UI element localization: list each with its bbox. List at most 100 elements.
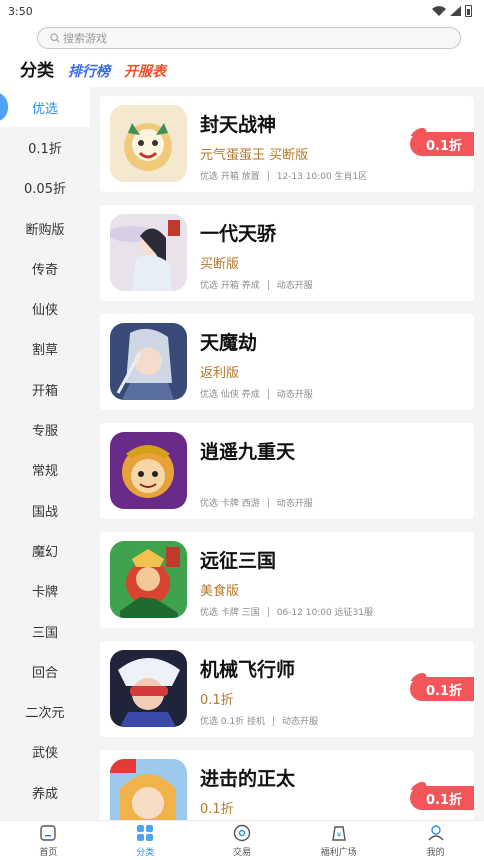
search-input[interactable]: 搜索游戏 — [37, 27, 461, 49]
sidebar-item-kaixiang[interactable]: 开箱 — [0, 369, 90, 409]
discount-badge: 0.1折 — [409, 677, 474, 701]
game-card[interactable]: 远征三国 美食版 优选 卡牌 三国 06-12 10:00 远征31服 — [100, 532, 474, 628]
sidebar-item-0.1zhe[interactable]: 0.1折 — [0, 127, 90, 167]
game-subtitle: 美食版 — [200, 584, 240, 599]
game-thumbnail — [110, 214, 187, 291]
game-title: 远征三国 — [200, 550, 277, 572]
sidebar-item-gecao[interactable]: 割草 — [0, 329, 90, 369]
game-list: 封天战神 元气蛋蛋王 买断版 优选 开箱 放置 12-13 10:00 生肖1区 … — [100, 96, 474, 820]
game-card[interactable]: 进击的正太 0.1折 0.1折 — [100, 750, 474, 820]
tab-ranking[interactable]: 排行榜 — [68, 61, 110, 81]
nav-home[interactable]: 首页 — [0, 821, 97, 860]
nav-welfare-label: 福利广场 — [320, 847, 357, 858]
discount-badge: 0.1折 — [409, 786, 474, 810]
top-tabs: 分类 排行榜 开服表 — [20, 57, 166, 81]
active-indicator-icon — [0, 92, 8, 122]
game-thumbnail — [110, 759, 187, 820]
game-meta: 优选 开箱 放置 12-13 10:00 生肖1区 — [200, 169, 367, 182]
sidebar-item-xianxia[interactable]: 仙侠 — [0, 288, 90, 328]
search-placeholder: 搜索游戏 — [63, 32, 107, 45]
game-card[interactable]: 逍遥九重天 优选 卡牌 西游 动态开服 — [100, 423, 474, 519]
trade-icon — [233, 824, 251, 841]
game-subtitle: 元气蛋蛋王 买断版 — [200, 148, 309, 163]
game-thumbnail — [110, 650, 187, 727]
game-card[interactable]: 天魔劫 返利版 优选 仙侠 养成 动态开服 — [100, 314, 474, 410]
game-title: 天魔劫 — [200, 332, 258, 354]
game-server-info: 12-13 10:00 生肖1区 — [276, 172, 368, 182]
sidebar-item-changgui[interactable]: 常规 — [0, 450, 90, 490]
welfare-icon: ¥ — [331, 825, 346, 841]
game-server-info: 动态开服 — [276, 281, 313, 291]
sidebar-item-duangou[interactable]: 断购版 — [0, 208, 90, 248]
game-meta: 优选 仙侠 养成 动态开服 — [200, 387, 313, 400]
game-thumbnail — [110, 323, 187, 400]
discount-badge: 0.1折 — [409, 132, 474, 156]
divider — [267, 606, 269, 617]
game-meta: 优选 0.1折 挂机 动态开服 — [200, 714, 318, 727]
home-icon — [40, 824, 57, 841]
game-title: 逍遥九重天 — [200, 441, 296, 463]
nav-home-label: 首页 — [39, 847, 58, 858]
game-title: 一代天骄 — [200, 223, 277, 245]
category-sidebar: 优选 0.1折 0.05折 断购版 传奇 仙侠 割草 开箱 专服 常规 国战 魔… — [0, 87, 90, 820]
game-tags: 优选 开箱 养成 — [200, 281, 260, 291]
sidebar-item-guozhan[interactable]: 国战 — [0, 490, 90, 530]
nav-mine[interactable]: 我的 — [387, 821, 484, 860]
game-meta: 优选 卡牌 三国 06-12 10:00 远征31服 — [200, 605, 373, 618]
sidebar-item-yangcheng[interactable]: 养成 — [0, 772, 90, 812]
game-tags: 优选 卡牌 三国 — [200, 608, 260, 618]
nav-category[interactable]: 分类 — [97, 821, 194, 860]
sidebar-item-wuxia[interactable]: 武侠 — [0, 732, 90, 772]
tab-category[interactable]: 分类 — [20, 56, 54, 81]
svg-text:¥: ¥ — [337, 831, 342, 839]
game-server-info: 动态开服 — [276, 499, 313, 509]
sidebar-item-zhuanfu[interactable]: 专服 — [0, 409, 90, 449]
game-title: 封天战神 — [200, 114, 277, 136]
game-server-info: 动态开服 — [276, 390, 313, 400]
game-title: 进击的正太 — [200, 768, 296, 790]
nav-welfare[interactable]: ¥ 福利广场 — [290, 821, 387, 860]
signal-icon — [450, 6, 461, 16]
game-title: 机械飞行师 — [200, 659, 296, 681]
game-thumbnail — [110, 432, 187, 509]
nav-trade-label: 交易 — [232, 847, 251, 858]
sidebar-item-chuanqi[interactable]: 传奇 — [0, 248, 90, 288]
game-subtitle: 返利版 — [200, 366, 240, 381]
divider — [267, 497, 269, 508]
category-icon — [137, 824, 154, 841]
sidebar-item-sanguo[interactable]: 三国 — [0, 611, 90, 651]
game-server-info: 动态开服 — [282, 717, 319, 727]
wifi-icon — [432, 6, 446, 16]
nav-mine-label: 我的 — [426, 847, 445, 858]
divider — [267, 388, 269, 399]
battery-icon — [465, 5, 472, 17]
profile-icon — [428, 824, 444, 840]
game-card[interactable]: 封天战神 元气蛋蛋王 买断版 优选 开箱 放置 12-13 10:00 生肖1区 … — [100, 96, 474, 192]
game-meta: 优选 卡牌 西游 动态开服 — [200, 496, 313, 509]
game-subtitle: 买断版 — [200, 257, 240, 272]
divider — [273, 715, 275, 726]
divider — [267, 170, 269, 181]
game-thumbnail — [110, 105, 187, 182]
sidebar-item-huihe[interactable]: 回合 — [0, 651, 90, 691]
search-icon — [50, 33, 60, 43]
game-thumbnail — [110, 541, 187, 618]
sidebar-item-youxuan[interactable]: 优选 — [0, 87, 90, 128]
sidebar-item-erciyuan[interactable]: 二次元 — [0, 691, 90, 731]
sidebar-item-kapai[interactable]: 卡牌 — [0, 571, 90, 611]
sidebar-item-mohuan[interactable]: 魔幻 — [0, 530, 90, 570]
game-tags: 优选 卡牌 西游 — [200, 499, 260, 509]
status-bar: 3:50 — [0, 0, 484, 22]
game-tags: 优选 开箱 放置 — [200, 172, 260, 182]
game-server-info: 06-12 10:00 远征31服 — [276, 608, 373, 618]
tab-server-table[interactable]: 开服表 — [124, 61, 166, 81]
nav-category-label: 分类 — [136, 847, 155, 858]
game-tags: 优选 仙侠 养成 — [200, 390, 260, 400]
game-subtitle: 0.1折 — [200, 802, 234, 817]
nav-trade[interactable]: 交易 — [194, 821, 291, 860]
divider — [267, 279, 269, 290]
status-time: 3:50 — [8, 4, 33, 18]
game-card[interactable]: 一代天骄 买断版 优选 开箱 养成 动态开服 — [100, 205, 474, 301]
game-card[interactable]: 机械飞行师 0.1折 优选 0.1折 挂机 动态开服 0.1折 — [100, 641, 474, 737]
sidebar-item-0.05zhe[interactable]: 0.05折 — [0, 168, 90, 208]
